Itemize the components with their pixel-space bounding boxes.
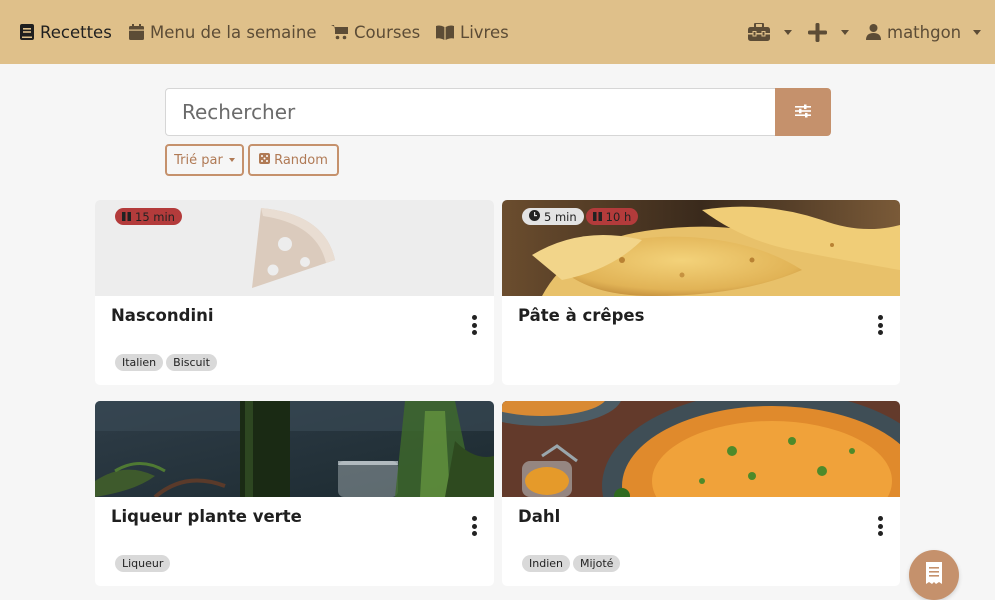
filter-button[interactable]	[775, 88, 831, 136]
toolbox-icon	[748, 23, 770, 41]
nav-recipes[interactable]: Recettes	[20, 0, 112, 64]
calendar-icon	[129, 24, 144, 40]
receipt-icon	[925, 562, 943, 588]
prep-time-badge: 5 min	[522, 208, 584, 225]
prep-time: 5 min	[544, 209, 577, 224]
rest-time: 10 h	[605, 209, 632, 224]
sort-dropdown-button[interactable]: Trié par	[165, 144, 244, 176]
chevron-down-icon	[841, 29, 849, 35]
nav-week-menu[interactable]: Menu de la semaine	[129, 0, 316, 64]
more-options-icon[interactable]	[468, 315, 480, 335]
pause-icon	[592, 210, 602, 224]
tag[interactable]: Liqueur	[115, 555, 171, 572]
tag[interactable]: Italien	[115, 354, 164, 371]
recipe-title[interactable]: Liqueur plante verte	[111, 507, 302, 526]
plus-icon	[808, 22, 827, 42]
user-name: mathgon	[887, 22, 962, 42]
nav-books-label: Livres	[460, 22, 509, 42]
recipe-title[interactable]: Pâte à crêpes	[518, 306, 644, 325]
open-book-icon	[436, 24, 454, 40]
dahl-photo	[502, 401, 900, 497]
liqueur-photo	[95, 401, 494, 497]
add-dropdown[interactable]	[808, 0, 849, 64]
time-badges: 5 min 10 h	[522, 208, 639, 225]
recipe-title[interactable]: Nascondini	[111, 306, 214, 325]
shopping-list-fab[interactable]	[909, 550, 959, 600]
chevron-down-icon	[784, 29, 792, 35]
dice-icon	[259, 152, 271, 168]
recipe-card[interactable]: Dahl Indien Mijoté	[502, 401, 900, 586]
rest-time-badge: 15 min	[115, 208, 182, 225]
tag[interactable]: Indien	[522, 555, 570, 572]
tag[interactable]: Mijoté	[573, 555, 621, 572]
pause-icon	[122, 210, 131, 224]
book-icon	[20, 24, 34, 40]
recipe-tags: Italien Biscuit	[115, 354, 217, 371]
recipe-card[interactable]: 5 min 10 h Pâte à crêpes	[502, 200, 900, 385]
cart-icon	[331, 24, 348, 40]
recipe-card[interactable]: Liqueur plante verte Liqueur	[95, 401, 494, 586]
tools-dropdown[interactable]	[748, 0, 792, 64]
nav-shopping[interactable]: Courses	[331, 0, 420, 64]
nav-shopping-label: Courses	[354, 22, 421, 42]
random-button[interactable]: Random	[248, 144, 339, 176]
more-options-icon[interactable]	[874, 516, 886, 536]
recipe-image	[502, 401, 900, 497]
nav-books[interactable]: Livres	[436, 0, 509, 64]
nav-recipes-label: Recettes	[40, 22, 112, 42]
top-navbar: Recettes Menu de la semaine Courses Livr…	[0, 0, 995, 64]
random-label: Random	[274, 152, 328, 168]
recipe-image	[95, 401, 494, 497]
chevron-down-icon	[973, 29, 982, 35]
recipe-tags: Indien Mijoté	[522, 555, 621, 572]
recipe-tags: Liqueur	[115, 555, 171, 572]
rest-time: 15 min	[135, 209, 175, 224]
chevron-down-icon	[228, 158, 235, 162]
more-options-icon[interactable]	[468, 516, 480, 536]
recipe-title[interactable]: Dahl	[518, 507, 560, 526]
sort-label: Trié par	[174, 152, 223, 168]
search-input[interactable]	[165, 88, 776, 136]
tag[interactable]: Biscuit	[166, 354, 217, 371]
clock-icon	[529, 209, 540, 224]
nav-week-menu-label: Menu de la semaine	[150, 22, 317, 42]
recipe-card[interactable]: 15 min Nascondini Italien Biscuit	[95, 200, 494, 385]
time-badges: 15 min	[115, 208, 182, 225]
user-menu[interactable]: mathgon	[866, 0, 982, 64]
sliders-icon	[795, 103, 811, 122]
user-icon	[866, 24, 881, 40]
more-options-icon[interactable]	[874, 315, 886, 335]
rest-time-badge: 10 h	[585, 208, 639, 225]
